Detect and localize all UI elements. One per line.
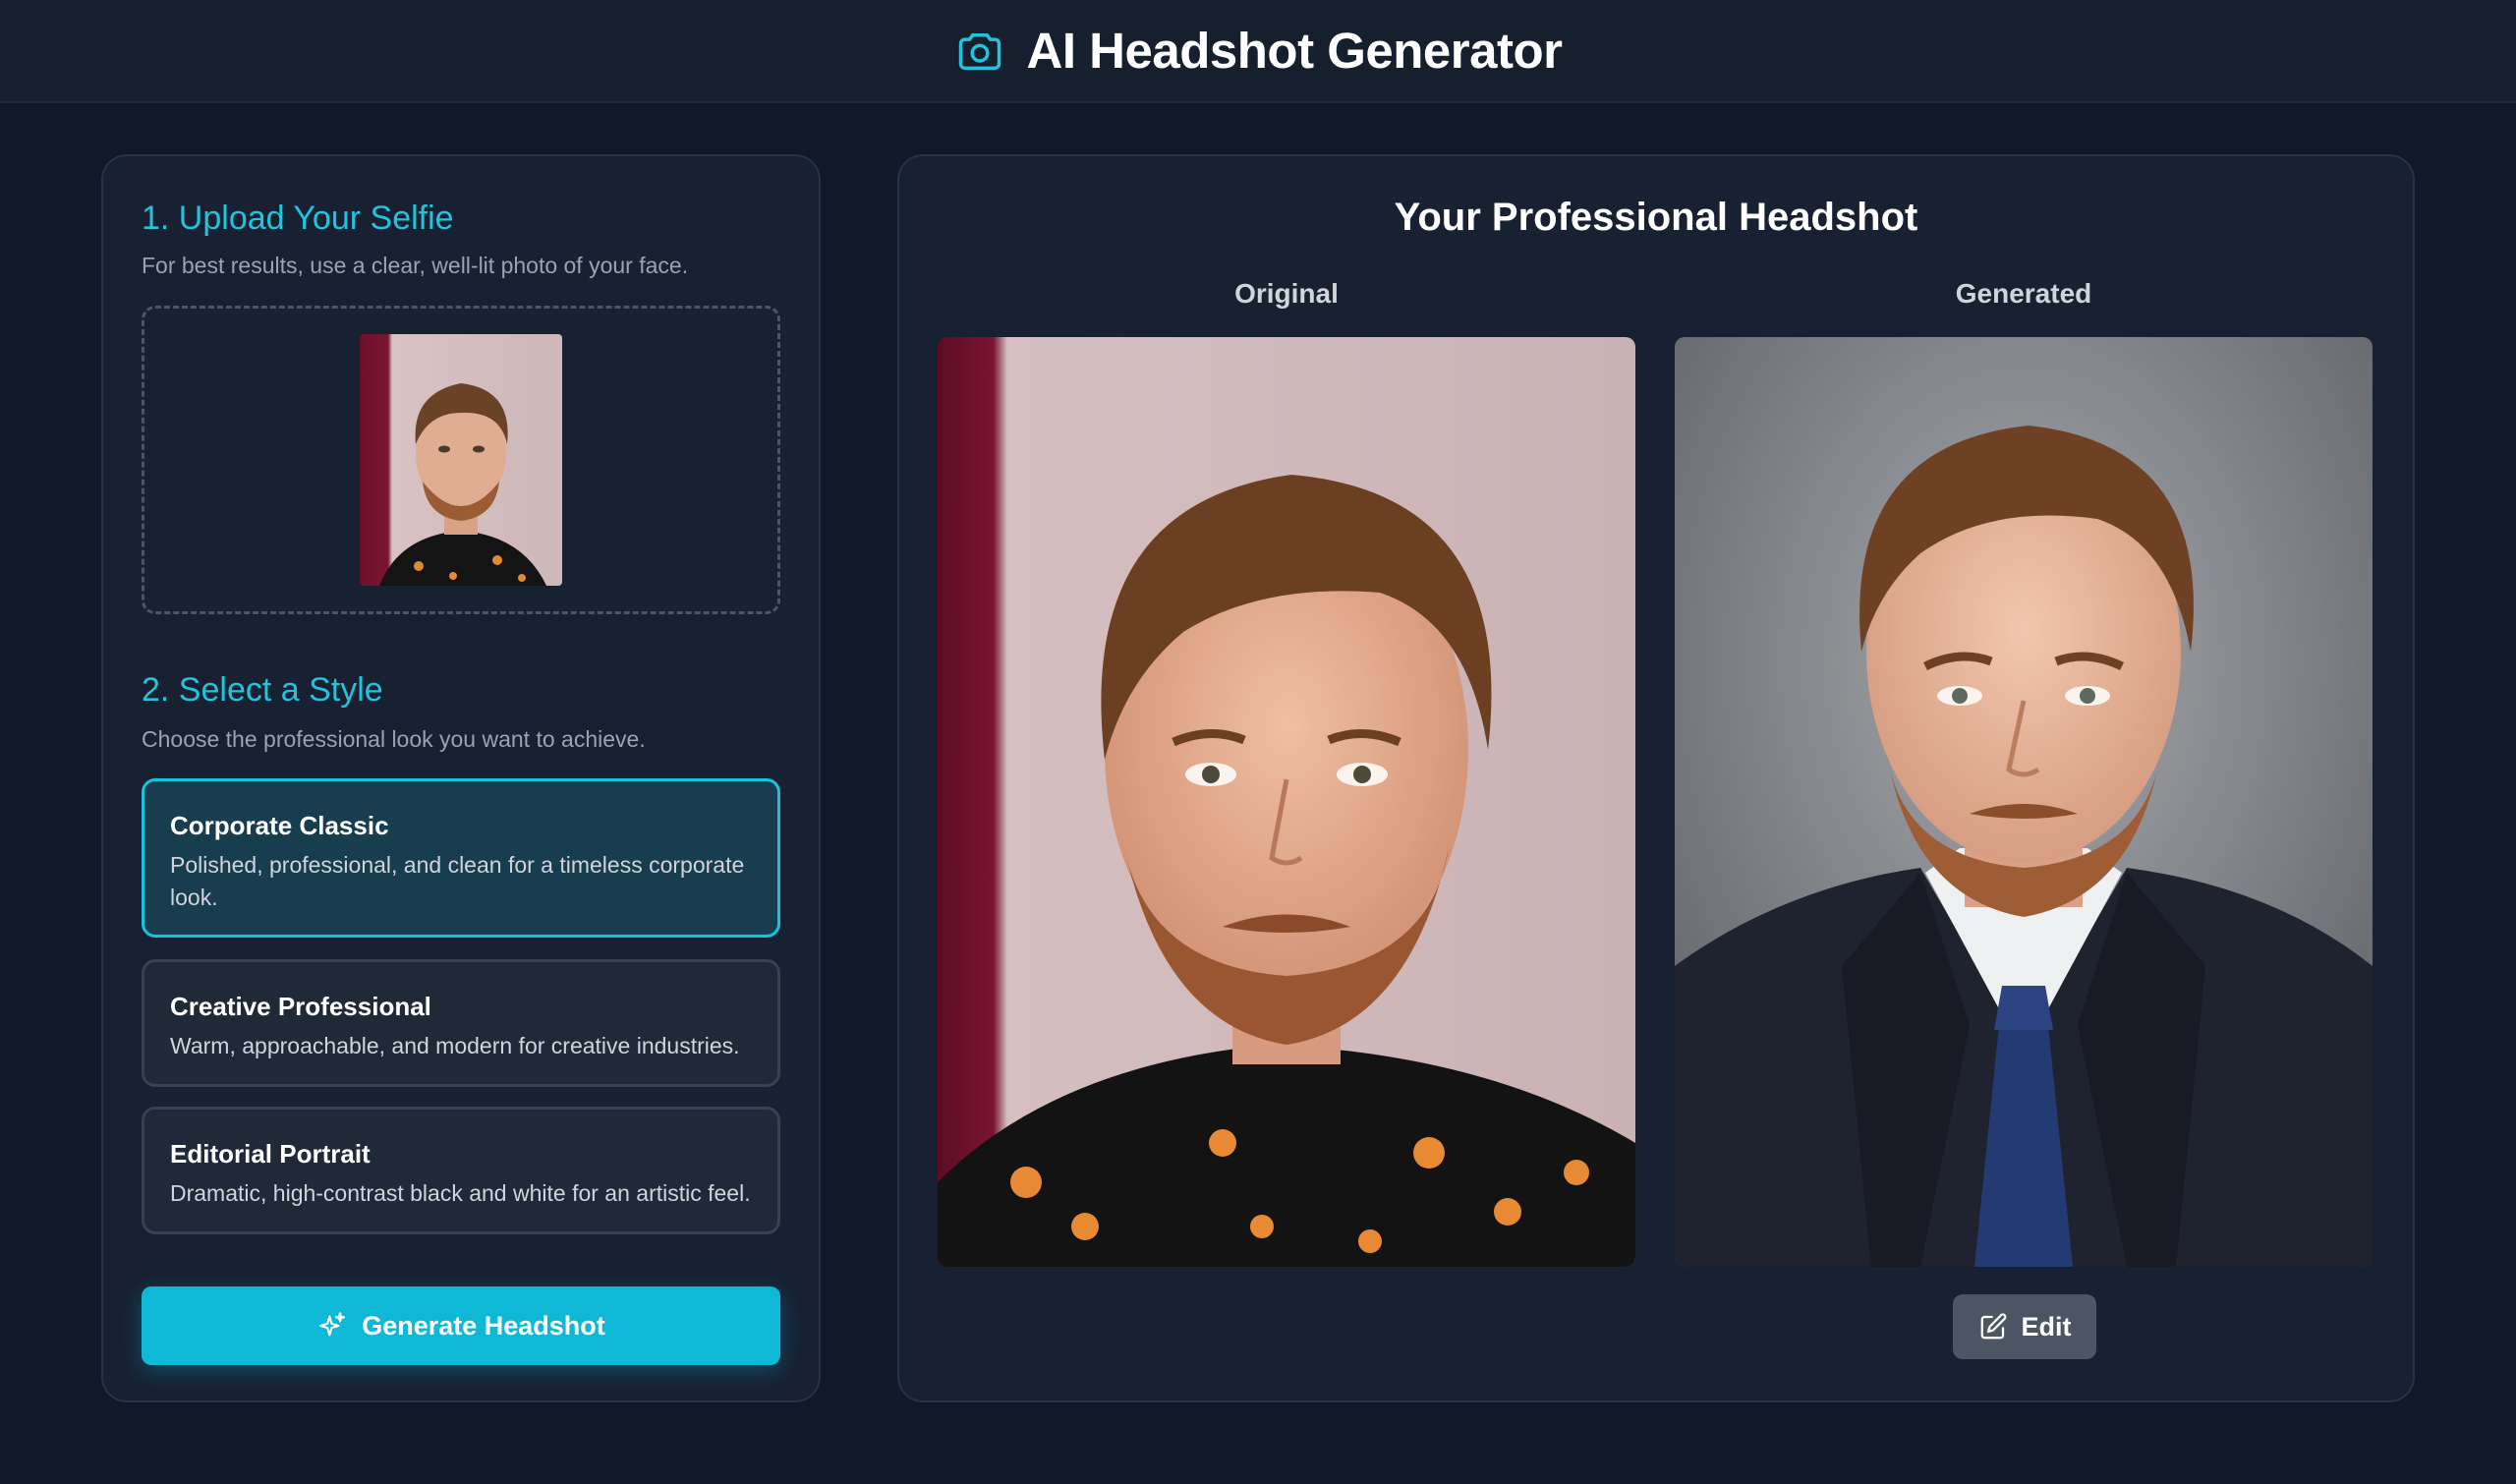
upload-dropzone[interactable] bbox=[142, 306, 780, 614]
style-option-editorial-portrait[interactable]: Editorial Portrait Dramatic, high-contra… bbox=[142, 1107, 780, 1234]
brand: AI Headshot Generator bbox=[954, 22, 1563, 80]
style-option-creative-professional[interactable]: Creative Professional Warm, approachable… bbox=[142, 959, 780, 1087]
edit-button-label: Edit bbox=[2021, 1311, 2072, 1341]
style-step-subtitle: Choose the professional look you want to… bbox=[142, 726, 646, 752]
style-option-description: Polished, professional, and clean for a … bbox=[170, 852, 745, 910]
generate-headshot-button[interactable]: Generate Headshot bbox=[142, 1286, 780, 1365]
style-option-name: Editorial Portrait bbox=[170, 1139, 371, 1169]
camera-icon bbox=[958, 32, 1001, 70]
original-photo bbox=[938, 337, 1635, 1267]
style-option-name: Creative Professional bbox=[170, 992, 431, 1021]
style-option-description: Dramatic, high-contrast black and white … bbox=[170, 1180, 751, 1206]
generated-label: Generated bbox=[1955, 278, 2092, 309]
upload-step-subtitle: For best results, use a clear, well-lit … bbox=[142, 253, 689, 278]
generated-photo bbox=[1675, 337, 2373, 1267]
pencil-square-icon bbox=[1980, 1313, 2006, 1340]
app-title: AI Headshot Generator bbox=[1026, 23, 1563, 79]
upload-step-title: 1. Upload Your Selfie bbox=[142, 200, 454, 237]
edit-button[interactable]: Edit bbox=[1953, 1294, 2096, 1359]
style-step-title: 2. Select a Style bbox=[142, 671, 383, 709]
style-option-name: Corporate Classic bbox=[170, 811, 389, 840]
original-label: Original bbox=[1234, 278, 1339, 309]
input-panel: 1. Upload Your Selfie For best results, … bbox=[101, 154, 821, 1402]
style-option-description: Warm, approachable, and modern for creat… bbox=[170, 1033, 740, 1058]
sparkles-icon bbox=[319, 1312, 346, 1337]
generate-button-label: Generate Headshot bbox=[362, 1310, 605, 1341]
app-header: AI Headshot Generator bbox=[0, 0, 2516, 103]
style-option-corporate-classic[interactable]: Corporate Classic Polished, professional… bbox=[142, 778, 780, 938]
result-title: Your Professional Headshot bbox=[1394, 196, 1918, 239]
result-panel: Your Professional Headshot Original Gene… bbox=[897, 154, 2415, 1402]
uploaded-selfie-thumbnail bbox=[360, 334, 562, 586]
